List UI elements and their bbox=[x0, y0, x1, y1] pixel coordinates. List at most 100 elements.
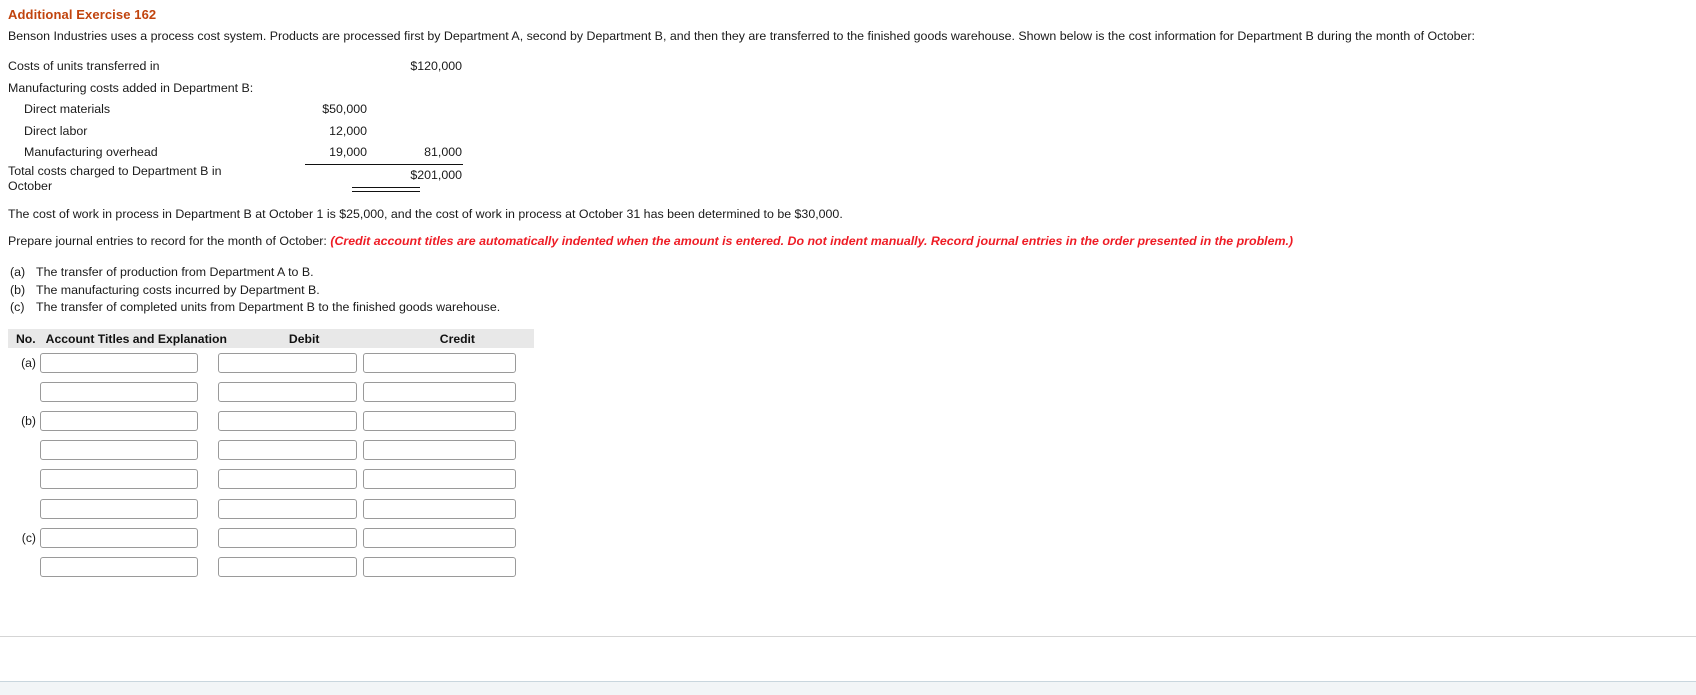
journal-header-row: No. Account Titles and Explanation Debit… bbox=[8, 329, 534, 348]
cost-row-col2: $120,000 bbox=[410, 59, 462, 73]
journal-entry-table: No. Account Titles and Explanation Debit… bbox=[8, 329, 534, 582]
journal-credit-input[interactable] bbox=[363, 527, 516, 548]
journal-row: (b) bbox=[8, 406, 534, 435]
journal-credit-cell bbox=[357, 498, 516, 519]
requirement-text: The transfer of completed units from Dep… bbox=[36, 300, 501, 314]
work-in-process-paragraph: The cost of work in process in Departmen… bbox=[8, 207, 843, 221]
journal-debit-cell bbox=[198, 381, 357, 402]
exercise-title: Additional Exercise 162 bbox=[8, 7, 157, 22]
cost-row-label: Costs of units transferred in bbox=[8, 59, 160, 73]
exercise-page: Additional Exercise 162 Benson Industrie… bbox=[0, 0, 1696, 695]
journal-header-credit: Credit bbox=[439, 331, 475, 346]
cost-total-col1 bbox=[305, 164, 368, 186]
cost-total-value: $201,000 bbox=[410, 167, 462, 182]
cost-row-col1: $50,000 bbox=[322, 102, 367, 116]
cost-row-col1 bbox=[305, 56, 368, 78]
cost-row-label: Direct materials bbox=[24, 102, 111, 116]
journal-debit-input[interactable] bbox=[218, 352, 357, 373]
cost-row-col1: 12,000 bbox=[329, 123, 367, 138]
journal-debit-input[interactable] bbox=[218, 440, 357, 461]
journal-account-input[interactable] bbox=[40, 410, 198, 431]
journal-account-input[interactable] bbox=[40, 352, 198, 373]
journal-credit-cell bbox=[357, 381, 516, 402]
cost-row: Manufacturing overhead 19,000 81,000 bbox=[8, 142, 463, 165]
journal-row-no: (c) bbox=[21, 530, 36, 545]
journal-credit-input[interactable] bbox=[363, 352, 516, 373]
journal-debit-cell bbox=[198, 440, 357, 461]
journal-credit-cell bbox=[357, 527, 516, 548]
journal-row bbox=[8, 436, 534, 465]
requirement-item: (c) The transfer of completed units from … bbox=[10, 299, 500, 317]
journal-credit-cell bbox=[357, 352, 516, 373]
journal-debit-input[interactable] bbox=[218, 498, 357, 519]
requirement-marker: (a) bbox=[10, 265, 26, 279]
journal-credit-cell bbox=[357, 440, 516, 461]
journal-debit-cell bbox=[198, 410, 357, 431]
cost-row-col2 bbox=[368, 99, 463, 121]
journal-debit-cell bbox=[198, 498, 357, 519]
cost-row-col2 bbox=[368, 78, 463, 100]
cost-total-label: Total costs charged to Department B in O… bbox=[8, 164, 222, 193]
cost-row-label: Manufacturing costs added in Department … bbox=[8, 80, 254, 95]
journal-row: (c) bbox=[8, 523, 534, 552]
journal-credit-input[interactable] bbox=[363, 469, 516, 490]
journal-debit-input[interactable] bbox=[218, 469, 357, 490]
footer-band bbox=[0, 681, 1696, 695]
journal-header-debit: Debit bbox=[288, 331, 320, 346]
journal-credit-cell bbox=[357, 556, 516, 577]
journal-account-cell bbox=[40, 410, 198, 431]
double-underline-line-bottom bbox=[352, 190, 420, 192]
journal-debit-input[interactable] bbox=[218, 527, 357, 548]
journal-row bbox=[8, 494, 534, 523]
requirement-text: The transfer of production from Departme… bbox=[36, 265, 314, 279]
journal-debit-cell bbox=[198, 469, 357, 490]
journal-account-input[interactable] bbox=[40, 440, 198, 461]
journal-debit-cell bbox=[198, 352, 357, 373]
cost-row-col2 bbox=[368, 121, 463, 143]
journal-row: (a) bbox=[8, 348, 534, 377]
cost-row-col1: 19,000 bbox=[305, 142, 368, 165]
cost-row-col1 bbox=[305, 78, 368, 100]
journal-account-input[interactable] bbox=[40, 527, 198, 548]
journal-credit-input[interactable] bbox=[363, 440, 516, 461]
requirement-marker: (b) bbox=[10, 282, 26, 297]
journal-credit-input[interactable] bbox=[363, 498, 516, 519]
journal-credit-cell bbox=[357, 469, 516, 490]
journal-account-cell bbox=[40, 352, 198, 373]
journal-account-cell bbox=[40, 498, 198, 519]
journal-account-cell bbox=[40, 381, 198, 402]
cost-row: Manufacturing costs added in Department … bbox=[8, 78, 463, 100]
journal-row bbox=[8, 377, 534, 406]
journal-account-input[interactable] bbox=[40, 381, 198, 402]
journal-credit-input[interactable] bbox=[363, 381, 516, 402]
journal-debit-input[interactable] bbox=[218, 556, 357, 577]
journal-row-no: (a) bbox=[21, 355, 36, 370]
journal-row bbox=[8, 552, 534, 581]
journal-account-cell bbox=[40, 440, 198, 461]
journal-account-cell bbox=[40, 556, 198, 577]
requirement-item: (a) The transfer of production from Depar… bbox=[10, 264, 500, 282]
journal-credit-input[interactable] bbox=[363, 410, 516, 431]
cost-row: Costs of units transferred in $120,000 bbox=[8, 56, 463, 78]
journal-row-no: (b) bbox=[21, 413, 36, 428]
prepare-instruction: Prepare journal entries to record for th… bbox=[8, 234, 1293, 248]
journal-debit-cell bbox=[198, 527, 357, 548]
footer-divider bbox=[0, 636, 1696, 637]
journal-header-account: Account Titles and Explanation bbox=[45, 331, 227, 346]
total-double-underline bbox=[352, 187, 420, 192]
journal-debit-input[interactable] bbox=[218, 381, 357, 402]
journal-account-input[interactable] bbox=[40, 556, 198, 577]
journal-row bbox=[8, 465, 534, 494]
journal-account-cell bbox=[40, 527, 198, 548]
journal-account-input[interactable] bbox=[40, 498, 198, 519]
journal-account-input[interactable] bbox=[40, 469, 198, 490]
double-underline-line-top bbox=[352, 187, 420, 188]
cost-row-label: Manufacturing overhead bbox=[24, 145, 158, 159]
journal-debit-cell bbox=[198, 556, 357, 577]
requirement-marker: (c) bbox=[10, 300, 25, 314]
cost-row: Direct labor 12,000 bbox=[8, 121, 463, 143]
prepare-hint-text: (Credit account titles are automatically… bbox=[330, 234, 1294, 248]
journal-header-no: No. bbox=[16, 331, 36, 346]
journal-credit-input[interactable] bbox=[363, 556, 516, 577]
journal-debit-input[interactable] bbox=[218, 410, 357, 431]
